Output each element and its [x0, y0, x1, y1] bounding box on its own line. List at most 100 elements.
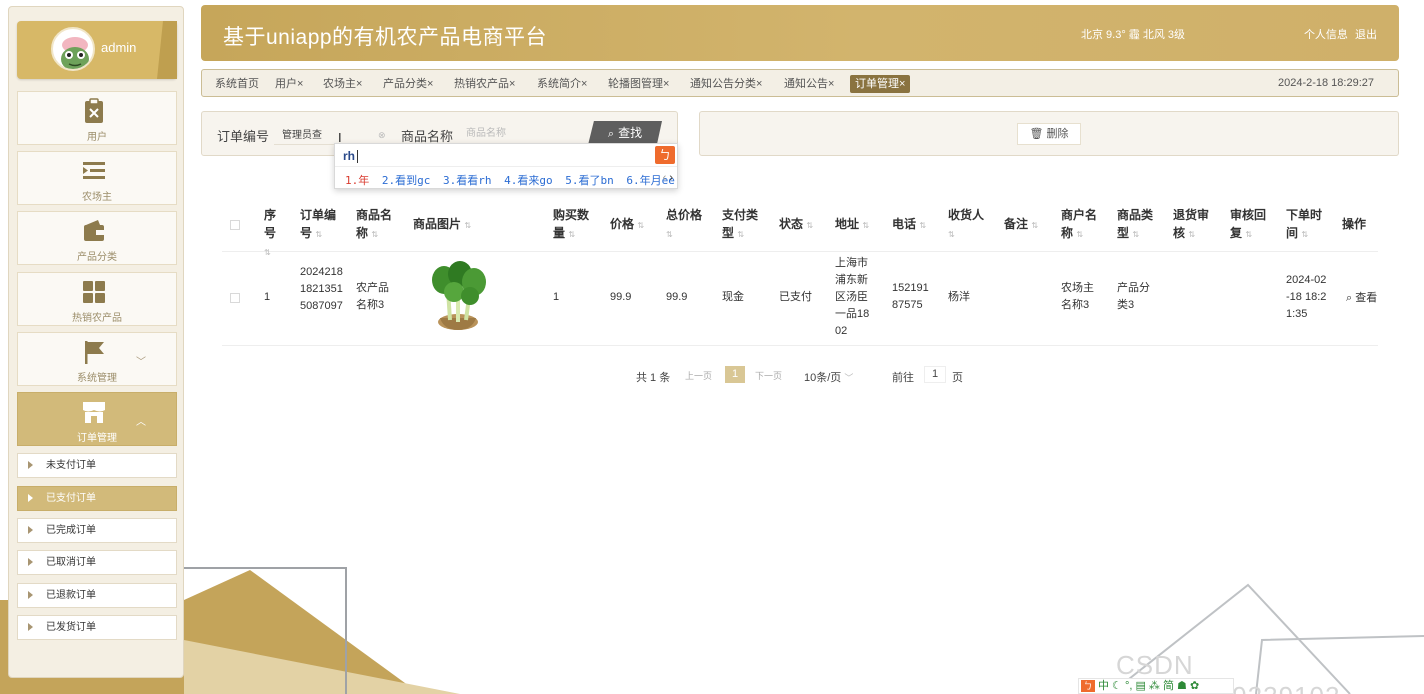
- row-checkbox[interactable]: [230, 293, 240, 303]
- ime-candidate[interactable]: 5.看了bn: [565, 174, 614, 187]
- column-header[interactable]: 总价格 ⇅: [666, 206, 706, 244]
- logout-link[interactable]: 退出: [1355, 29, 1377, 41]
- close-icon[interactable]: ×: [828, 78, 834, 90]
- next-page-button[interactable]: 下一页: [755, 369, 782, 382]
- column-header[interactable]: 支付类型 ⇅: [722, 206, 762, 244]
- select-all-checkbox[interactable]: [230, 220, 240, 230]
- personal-info-link[interactable]: 个人信息: [1304, 29, 1348, 41]
- sub-item-completed[interactable]: 已完成订单: [17, 518, 177, 543]
- chevron-down-icon: ﹀: [844, 373, 854, 383]
- cell-phone: 15219187575: [892, 282, 929, 311]
- sub-item-cancelled[interactable]: 已取消订单: [17, 550, 177, 575]
- column-header[interactable]: 商品图片 ⇅: [413, 215, 471, 235]
- table-row: 1 202421818213515087097 农产品名称3 1 99.9 99…: [222, 252, 1378, 346]
- text-caret: [357, 150, 358, 163]
- column-header[interactable]: 购买数量 ⇅: [553, 206, 593, 244]
- view-button[interactable]: ⌕ 查看: [1346, 289, 1378, 305]
- sidebar-item-hot-products[interactable]: 热销农产品: [17, 272, 177, 326]
- close-icon[interactable]: ×: [427, 78, 433, 90]
- prev-page-button[interactable]: 上一页: [685, 369, 712, 382]
- action-panel: 🗑 删除: [699, 111, 1399, 156]
- search-button[interactable]: ⌕ 查找: [588, 121, 662, 145]
- tab-bar: 系统首页 用户× 农场主× 产品分类× 热销农产品× 系统简介× 轮播图管理× …: [201, 69, 1399, 97]
- column-header[interactable]: 下单时间 ⇅: [1286, 206, 1326, 244]
- cell-merchant: 农场主名称3: [1061, 282, 1094, 311]
- close-icon[interactable]: ×: [756, 78, 762, 90]
- ime-status-tray[interactable]: ㄅ中 ☾ °, ▤ ⁂ 简 ☗ ✿: [1078, 678, 1234, 694]
- column-header[interactable]: 备注 ⇅: [1004, 215, 1038, 235]
- ime-candidate[interactable]: 1.年: [345, 174, 369, 187]
- tab-farmer[interactable]: 农场主×: [323, 75, 362, 93]
- goto-page-input[interactable]: 1: [924, 366, 946, 383]
- close-icon[interactable]: ×: [509, 78, 515, 90]
- ime-candidate[interactable]: 4.看来go: [504, 174, 553, 187]
- cell-address: 上海市浦东新区汤臣一品1802: [835, 257, 870, 337]
- tab-notice-category[interactable]: 通知公告分类×: [690, 75, 762, 93]
- avatar[interactable]: [51, 27, 95, 71]
- close-icon[interactable]: ×: [899, 78, 905, 90]
- ime-candidate-popup: rh ㄅ 1.年 2.看到gc 3.看看rh 4.看来go 5.看了bn 6.年…: [334, 143, 678, 189]
- sub-item-shipped[interactable]: 已发货订单: [17, 615, 177, 640]
- page-unit-label: 页: [952, 372, 963, 384]
- tab-category[interactable]: 产品分类×: [383, 75, 433, 93]
- column-header[interactable]: 地址 ⇅: [835, 215, 869, 235]
- caret-right-icon: [28, 591, 33, 599]
- sub-item-paid[interactable]: 已支付订单: [17, 486, 177, 511]
- ime-typed-text: rh: [343, 149, 355, 163]
- order-no-input[interactable]: [274, 123, 382, 145]
- page-size-select[interactable]: 10条/页 ﹀: [804, 369, 853, 385]
- grid-icon: [83, 281, 105, 303]
- cell-status: 已支付: [779, 291, 812, 303]
- background-decoration: [0, 567, 1424, 694]
- close-icon[interactable]: ×: [663, 78, 669, 90]
- column-header[interactable]: 价格 ⇅: [610, 215, 644, 235]
- sidebar-item-user[interactable]: 用户: [17, 91, 177, 145]
- tab-user[interactable]: 用户×: [275, 75, 303, 93]
- sidebar-item-label: 用户: [87, 132, 107, 143]
- close-icon[interactable]: ×: [581, 78, 587, 90]
- tab-home[interactable]: 系统首页: [215, 75, 259, 93]
- ime-next-icon[interactable]: ›: [669, 172, 673, 184]
- tab-system-intro[interactable]: 系统简介×: [537, 75, 587, 93]
- column-header[interactable]: 订单编号 ⇅: [300, 206, 340, 244]
- delete-button[interactable]: 🗑 删除: [1017, 123, 1081, 145]
- column-header[interactable]: 收货人 ⇅: [948, 206, 988, 244]
- sub-item-refunded[interactable]: 已退款订单: [17, 583, 177, 608]
- column-header[interactable]: 退货审核 ⇅: [1173, 206, 1213, 244]
- app-title: 基于uniapp的有机农产品电商平台: [223, 26, 548, 49]
- page-number-current[interactable]: 1: [725, 366, 745, 383]
- weather-info: 北京 9.3° 霾 北风 3级: [1081, 29, 1186, 41]
- tab-notice[interactable]: 通知公告×: [784, 75, 834, 93]
- close-icon[interactable]: ×: [297, 78, 303, 90]
- column-header[interactable]: 商品名称 ⇅: [356, 206, 396, 244]
- cell-receiver: 杨洋: [948, 291, 970, 303]
- caret-right-icon: [28, 494, 33, 502]
- sidebar-item-label: 热销农产品: [72, 313, 122, 324]
- clear-icon[interactable]: ⊗: [378, 130, 386, 141]
- clipboard-x-icon: [85, 98, 103, 123]
- column-header[interactable]: 状态 ⇅: [779, 215, 813, 235]
- tab-hot-products[interactable]: 热销农产品×: [454, 75, 515, 93]
- column-header[interactable]: 电话 ⇅: [892, 215, 926, 235]
- caret-right-icon: [28, 558, 33, 566]
- search-icon: ⌕: [1346, 292, 1353, 304]
- sidebar-item-system[interactable]: 系统管理 ﹀: [17, 332, 177, 386]
- column-header[interactable]: 商户名称 ⇅: [1061, 206, 1101, 244]
- product-name-input[interactable]: [458, 123, 578, 145]
- tab-carousel[interactable]: 轮播图管理×: [608, 75, 669, 93]
- ime-candidate[interactable]: 3.看看rh: [443, 174, 492, 187]
- sidebar-item-farmer[interactable]: 农场主: [17, 151, 177, 205]
- ime-candidate[interactable]: 2.看到gc: [382, 174, 431, 187]
- close-icon[interactable]: ×: [356, 78, 362, 90]
- cell-product-type: 产品分类3: [1117, 282, 1150, 311]
- cell-total: 99.9: [666, 291, 688, 303]
- ime-prev-icon[interactable]: ‹: [663, 172, 667, 184]
- sidebar-item-category[interactable]: 产品分类: [17, 211, 177, 265]
- tab-orders[interactable]: 订单管理×: [850, 75, 911, 93]
- cell-index: 1: [264, 291, 271, 303]
- column-header[interactable]: 商品类型 ⇅: [1117, 206, 1157, 244]
- sub-item-unpaid[interactable]: 未支付订单: [17, 453, 177, 478]
- column-header[interactable]: 审核回复 ⇅: [1230, 206, 1270, 244]
- sidebar-item-orders[interactable]: 订单管理 ︿: [17, 392, 177, 446]
- text-cursor-icon: I: [338, 130, 342, 145]
